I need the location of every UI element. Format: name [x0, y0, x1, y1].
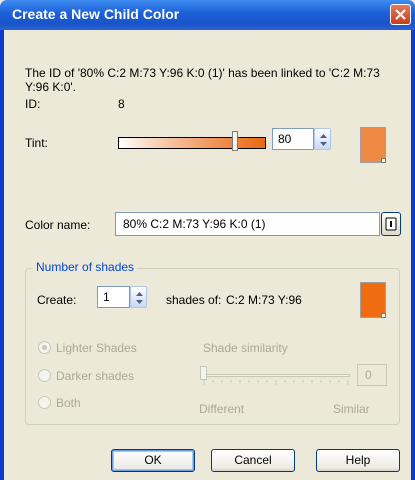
shades-count-spinner[interactable]: [130, 286, 147, 308]
tint-label: Tint:: [25, 136, 48, 150]
tint-slider-thumb[interactable]: [232, 131, 238, 151]
color-name-menu-button[interactable]: [381, 212, 401, 236]
lighter-shades-radio[interactable]: [38, 341, 51, 354]
similarity-max-label: Similar: [333, 402, 370, 416]
id-label: ID:: [25, 97, 41, 111]
tint-slider[interactable]: [118, 137, 266, 149]
similarity-tick-marks: [203, 380, 349, 385]
similarity-min-label: Different: [199, 402, 245, 416]
color-name-label: Color name:: [25, 218, 91, 232]
shades-group-label: Number of shades: [33, 260, 138, 274]
shade-similarity-label: Shade similarity: [203, 341, 288, 355]
create-label: Create:: [37, 293, 77, 307]
shade-color-swatch: [360, 282, 386, 318]
darker-shades-radio[interactable]: [38, 369, 51, 382]
id-value: 8: [118, 97, 125, 111]
shades-of-label: shades of:: [166, 293, 222, 307]
help-button[interactable]: Help: [316, 449, 400, 472]
both-shades-label: Both: [56, 396, 81, 410]
tint-spinner[interactable]: [314, 128, 331, 150]
window-title: Create a New Child Color: [12, 6, 180, 22]
close-icon: [395, 9, 406, 20]
tint-color-swatch: [360, 127, 386, 163]
both-shades-radio[interactable]: [38, 396, 51, 409]
title-bar: Create a New Child Color: [0, 0, 415, 30]
base-color-value: C:2 M:73 Y:96: [226, 293, 302, 307]
cancel-button[interactable]: Cancel: [211, 449, 295, 472]
close-button[interactable]: [390, 4, 411, 25]
shade-similarity-value[interactable]: 0: [357, 364, 387, 386]
swatch-corner-marker: [381, 313, 386, 318]
shades-count-input[interactable]: 1: [97, 286, 130, 308]
window-frame-right: [411, 30, 415, 480]
swatch-corner-marker: [381, 158, 386, 163]
radio-selected-dot: [42, 345, 47, 350]
link-message: The ID of '80% C:2 M:73 Y:96 K:0 (1)' ha…: [25, 66, 380, 94]
window-frame-left: [0, 30, 4, 480]
tint-value-input[interactable]: 80: [272, 128, 314, 150]
lighter-shades-label: Lighter Shades: [56, 341, 137, 355]
shade-similarity-slider[interactable]: [203, 374, 350, 377]
spinner-arrows-icon: [136, 292, 143, 304]
info-icon: [385, 217, 397, 231]
spinner-arrows-icon: [320, 134, 327, 146]
ok-button[interactable]: OK: [111, 449, 195, 472]
shade-similarity-thumb[interactable]: [200, 366, 207, 380]
darker-shades-label: Darker shades: [56, 369, 135, 383]
color-name-input[interactable]: 80% C:2 M:73 Y:96 K:0 (1): [115, 212, 380, 236]
